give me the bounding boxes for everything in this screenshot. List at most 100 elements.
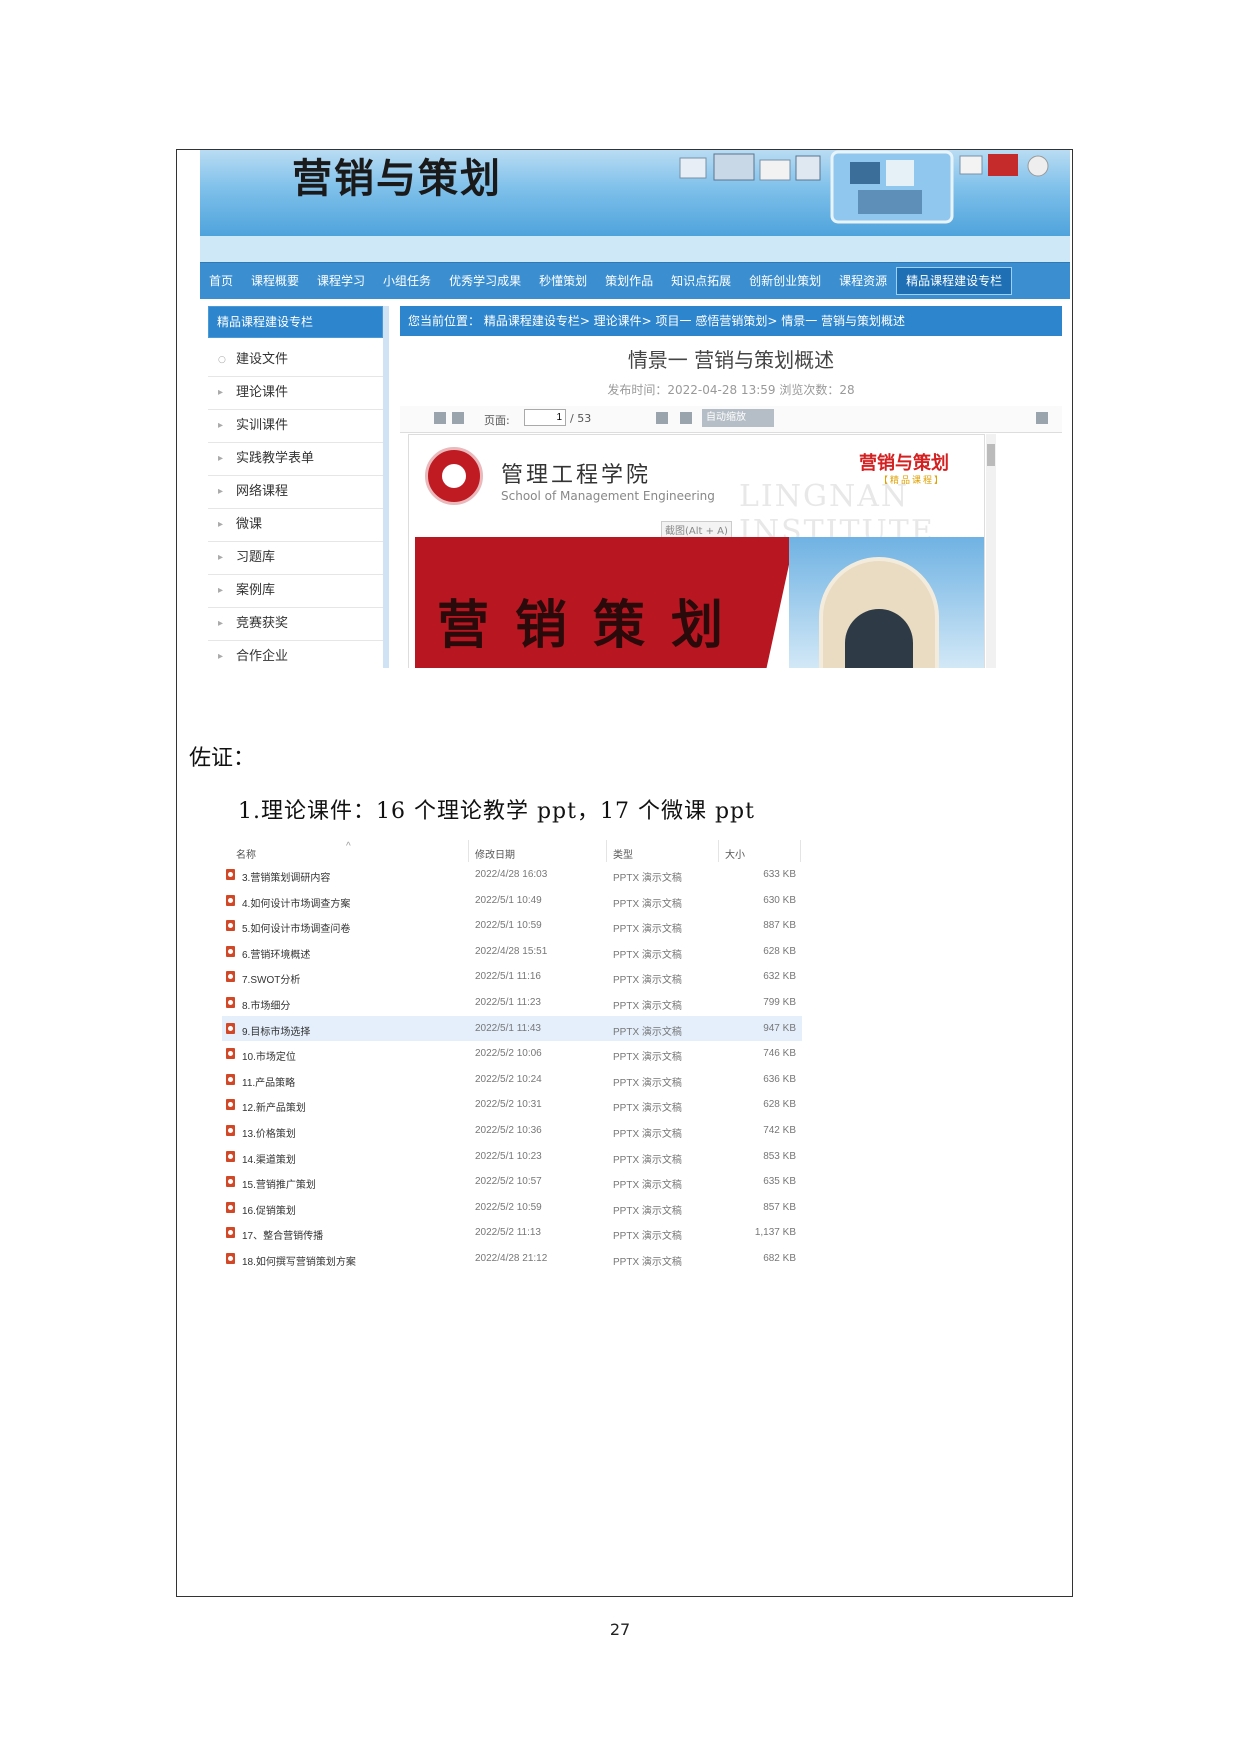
file-row[interactable]: 4.如何设计市场调查方案 2022/5/1 10:49 PPTX 演示文稿 630 K… xyxy=(222,888,802,914)
nav-innovation-planning[interactable]: 创新创业策划 xyxy=(740,268,830,294)
sidebar-list: 建设文件 理论课件 实训课件 实践教学表单 网络课程 微课 习题库 案例库 竞赛… xyxy=(208,344,383,668)
file-date: 2022/5/2 10:24 xyxy=(475,1073,542,1085)
file-row[interactable]: 11.产品策略 2022/5/2 10:24 PPTX 演示文稿 636 KB xyxy=(222,1067,802,1093)
file-row[interactable]: 10.市场定位 2022/5/2 10:06 PPTX 演示文稿 746 KB xyxy=(222,1041,802,1067)
file-row[interactable]: 9.目标市场选择 2022/5/1 11:43 PPTX 演示文稿 947 KB xyxy=(222,1015,802,1042)
file-type: PPTX 演示文稿 xyxy=(613,1026,682,1038)
sidebar-item-practice-forms[interactable]: 实践教学表单 xyxy=(208,443,383,476)
file-type: PPTX 演示文稿 xyxy=(613,924,682,936)
zoom-in-icon[interactable] xyxy=(680,412,692,424)
file-row[interactable]: 6.营销环境概述 2022/4/28 15:51 PPTX 演示文稿 628 KB xyxy=(222,939,802,965)
file-date: 2022/5/2 10:57 xyxy=(475,1176,542,1188)
file-row[interactable]: 14.渠道策划 2022/5/1 10:23 PPTX 演示文稿 853 KB xyxy=(222,1144,802,1170)
nav-quality-course-column[interactable]: 精品课程建设专栏 xyxy=(896,267,1013,295)
file-name: 18.如何撰写营销策划方案 xyxy=(242,1256,356,1268)
sidebar-item-exercise-bank[interactable]: 习题库 xyxy=(208,542,383,575)
sidebar-item-construction-docs[interactable]: 建设文件 xyxy=(208,344,383,377)
file-name: 3.营销策划调研内容 xyxy=(242,873,331,884)
zoom-out-icon[interactable] xyxy=(656,412,668,424)
nav-group-tasks[interactable]: 小组任务 xyxy=(374,268,440,294)
col-type-header[interactable]: 类型 xyxy=(613,846,633,861)
next-page-icon[interactable] xyxy=(452,412,464,424)
file-row[interactable]: 17、整合营销传播 2022/5/2 11:13 PPTX 演示文稿 1,137 KB xyxy=(222,1220,802,1246)
file-name: 12.新产品策划 xyxy=(242,1103,306,1115)
column-divider[interactable] xyxy=(718,840,719,862)
campus-gate-image xyxy=(819,557,939,668)
file-row[interactable]: 3.营销策划调研内容 2022/4/28 16:03 PPTX 演示文稿 633 KB xyxy=(222,862,802,888)
viewer-scrollbar-thumb[interactable] xyxy=(987,444,995,466)
file-row[interactable]: 5.如何设计市场调查问卷 2022/5/1 10:59 PPTX 演示文稿 887 K… xyxy=(222,913,802,939)
slide-brand: 营销与策划 xyxy=(859,453,949,474)
pdf-viewer-toolbar: 页面: / 53 自动缩放 xyxy=(400,406,1062,433)
file-size: 636 KB xyxy=(763,1073,796,1085)
file-name: 17、整合营销传播 xyxy=(242,1231,324,1243)
file-name: 8.市场细分 xyxy=(242,1000,291,1012)
nav-excellent-results[interactable]: 优秀学习成果 xyxy=(440,268,530,294)
school-seal-logo xyxy=(425,447,483,505)
file-name: 5.如何设计市场调查问卷 xyxy=(242,924,351,936)
file-name: 15.营销推广策划 xyxy=(242,1180,316,1192)
pptx-file-icon xyxy=(226,1073,235,1085)
page-number-input[interactable] xyxy=(524,409,566,426)
column-divider[interactable] xyxy=(606,840,607,862)
file-row[interactable]: 18.如何撰写营销策划方案 2022/4/28 21:12 PPTX 演示文稿 682… xyxy=(222,1246,802,1272)
file-name: 7.SWOT分析 xyxy=(242,975,301,987)
pptx-file-icon xyxy=(226,971,235,983)
file-size: 633 KB xyxy=(763,869,796,880)
zoom-select[interactable]: 自动缩放 xyxy=(702,409,774,427)
main-nav: 首页 课程概要 课程学习 小组任务 优秀学习成果 秒懂策划 策划作品 知识点拓展… xyxy=(200,262,1070,299)
pptx-file-icon xyxy=(226,1124,235,1136)
nav-home[interactable]: 首页 xyxy=(200,268,242,294)
file-size: 742 KB xyxy=(763,1124,796,1136)
sidebar-scrollbar[interactable] xyxy=(383,306,389,668)
sidebar-item-competition-awards[interactable]: 竞赛获奖 xyxy=(208,608,383,641)
column-divider[interactable] xyxy=(800,840,801,862)
fullscreen-icon[interactable] xyxy=(1036,412,1048,424)
site-banner: 营销与策划 xyxy=(200,150,1070,236)
capture-tooltip: 截图(Alt + A) xyxy=(661,521,732,538)
pptx-file-icon xyxy=(226,894,235,906)
file-row[interactable]: 15.营销推广策划 2022/5/2 10:57 PPTX 演示文稿 635 KB xyxy=(222,1169,802,1195)
file-date: 2022/4/28 21:12 xyxy=(475,1252,548,1264)
pdf-page: 管理工程学院 School of Management Engineering … xyxy=(408,434,985,668)
file-type: PPTX 演示文稿 xyxy=(613,1180,682,1192)
nav-quick-planning[interactable]: 秒懂策划 xyxy=(530,268,596,294)
pptx-file-icon xyxy=(226,1048,235,1060)
nav-course-study[interactable]: 课程学习 xyxy=(308,268,374,294)
sidebar-item-case-library[interactable]: 案例库 xyxy=(208,575,383,608)
file-row[interactable]: 7.SWOT分析 2022/5/1 11:16 PPTX 演示文稿 632 KB xyxy=(222,964,802,990)
pptx-file-icon xyxy=(226,1201,235,1213)
file-size: 632 KB xyxy=(763,971,796,983)
file-row[interactable]: 8.市场细分 2022/5/1 11:23 PPTX 演示文稿 799 KB xyxy=(222,990,802,1016)
column-divider[interactable] xyxy=(468,840,469,862)
file-row[interactable]: 13.价格策划 2022/5/2 10:36 PPTX 演示文稿 742 KB xyxy=(222,1118,802,1144)
nav-course-overview[interactable]: 课程概要 xyxy=(242,268,308,294)
file-type: PPTX 演示文稿 xyxy=(613,1128,682,1140)
sidebar-item-theory-courseware[interactable]: 理论课件 xyxy=(208,377,383,410)
sidebar-item-training-courseware[interactable]: 实训课件 xyxy=(208,410,383,443)
file-type: PPTX 演示文稿 xyxy=(613,873,682,884)
sidebar-heading: 精品课程建设专栏 xyxy=(208,306,383,338)
sidebar-item-micro-lessons[interactable]: 微课 xyxy=(208,509,383,542)
nav-knowledge-expansion[interactable]: 知识点拓展 xyxy=(662,268,740,294)
file-row[interactable]: 16.促销策划 2022/5/2 10:59 PPTX 演示文稿 857 KB xyxy=(222,1195,802,1221)
prev-page-icon[interactable] xyxy=(434,412,446,424)
slide-title: 营销策划 xyxy=(437,595,750,656)
slide-brand-sub: 【精品课程】 xyxy=(879,476,946,486)
col-size-header[interactable]: 大小 xyxy=(725,846,745,861)
file-date: 2022/4/28 16:03 xyxy=(475,869,548,880)
file-date: 2022/5/1 10:23 xyxy=(475,1150,542,1162)
page-number: 27 xyxy=(609,1620,631,1639)
file-type: PPTX 演示文稿 xyxy=(613,949,682,961)
file-row[interactable]: 12.新产品策划 2022/5/2 10:31 PPTX 演示文稿 628 KB xyxy=(222,1092,802,1118)
nav-planning-works[interactable]: 策划作品 xyxy=(596,268,662,294)
col-name-header[interactable]: 名称 xyxy=(236,846,256,861)
col-date-header[interactable]: 修改日期 xyxy=(475,846,515,861)
file-name: 11.产品策略 xyxy=(242,1077,296,1089)
viewer-scrollbar[interactable] xyxy=(986,434,996,668)
banner-band xyxy=(200,236,1070,262)
nav-course-resources[interactable]: 课程资源 xyxy=(830,268,896,294)
sidebar-item-partner-companies[interactable]: 合作企业 xyxy=(208,641,383,668)
pptx-file-icon xyxy=(226,945,235,957)
sidebar-item-online-course[interactable]: 网络课程 xyxy=(208,476,383,509)
